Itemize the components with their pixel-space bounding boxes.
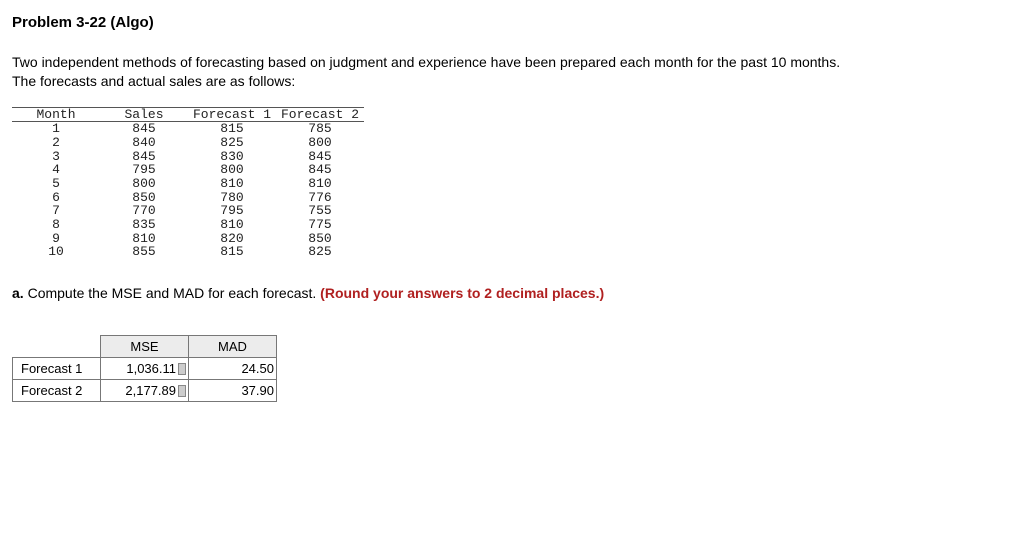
col-month: Month [12, 107, 100, 122]
table-row: 4795800845 [12, 163, 364, 177]
forecast2-mse-input[interactable]: 2,177.89 [101, 379, 189, 401]
col-sales: Sales [100, 107, 188, 122]
col-mad: MAD [189, 335, 277, 357]
row-forecast2-label: Forecast 2 [13, 379, 101, 401]
table-row: 9810820850 [12, 232, 364, 246]
cell-flag-icon [178, 363, 186, 375]
table-row: 6850780776 [12, 191, 364, 205]
table-row: 3845830845 [12, 150, 364, 164]
question-text: Compute the MSE and MAD for each forecas… [28, 285, 317, 301]
table-row: 5800810810 [12, 177, 364, 191]
problem-intro: Two independent methods of forecasting b… [12, 53, 1012, 91]
col-mse: MSE [101, 335, 189, 357]
col-forecast2: Forecast 2 [276, 107, 364, 122]
intro-line-2: The forecasts and actual sales are as fo… [12, 73, 295, 89]
table-row: 2840825800 [12, 136, 364, 150]
question-letter: a. [12, 285, 24, 301]
cell-flag-icon [178, 385, 186, 397]
col-forecast1: Forecast 1 [188, 107, 276, 122]
question-hint: (Round your answers to 2 decimal places.… [320, 285, 604, 301]
row-forecast1-label: Forecast 1 [13, 357, 101, 379]
table-row: 8835810775 [12, 218, 364, 232]
forecast1-mad-input[interactable]: 24.50 [189, 357, 277, 379]
blank-cell [13, 335, 101, 357]
data-table: Month Sales Forecast 1 Forecast 2 184581… [12, 107, 364, 259]
table-row: 10855815825 [12, 245, 364, 259]
question-a: a. Compute the MSE and MAD for each fore… [12, 285, 1012, 301]
forecast1-mse-input[interactable]: 1,036.11 [101, 357, 189, 379]
intro-line-1: Two independent methods of forecasting b… [12, 54, 840, 70]
forecast2-mad-input[interactable]: 37.90 [189, 379, 277, 401]
table-row: 7770795755 [12, 204, 364, 218]
problem-title: Problem 3-22 (Algo) [12, 14, 1012, 31]
table-row: 1845815785 [12, 122, 364, 136]
answer-table: MSE MAD Forecast 1 1,036.11 24.50 Foreca… [12, 335, 277, 402]
